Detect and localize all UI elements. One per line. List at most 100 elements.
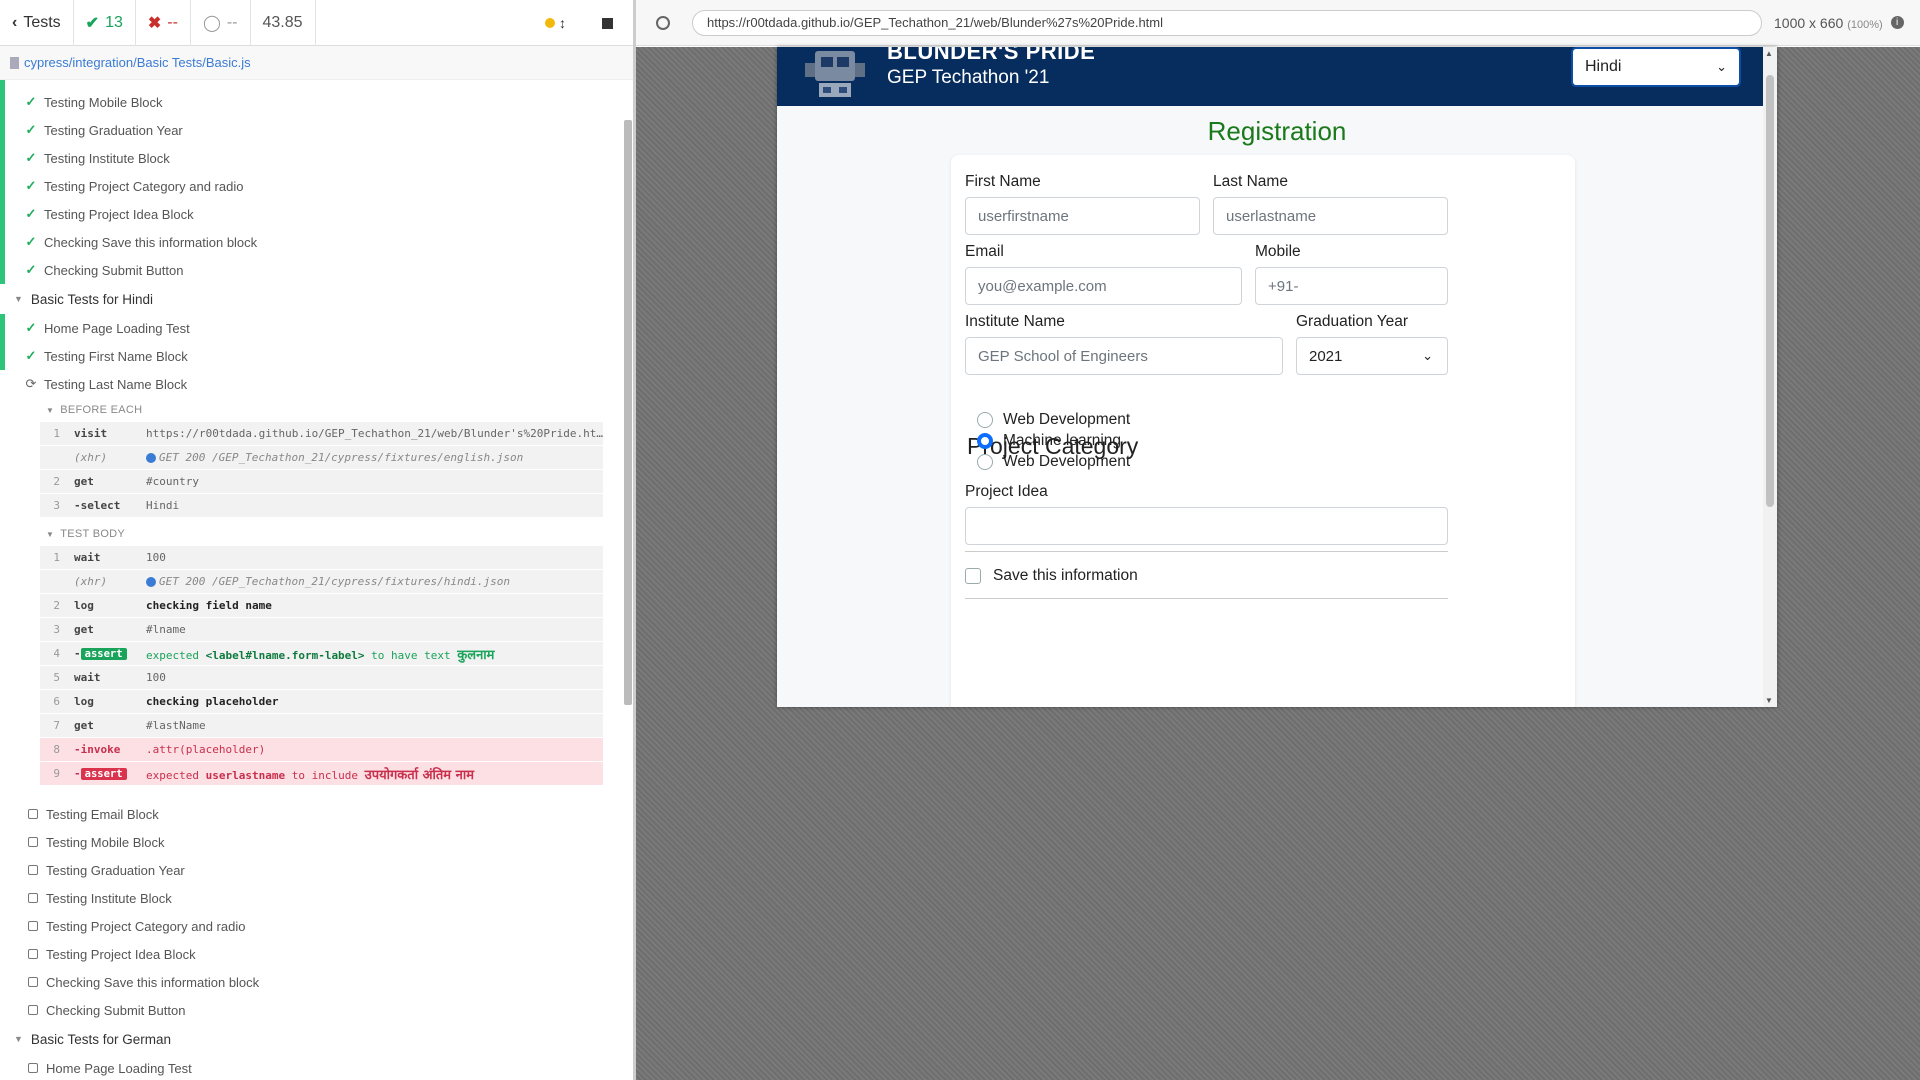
command-row[interactable]: (xhr) GET 200 /GEP_Techathon_21/cypress/f… xyxy=(40,570,603,594)
test-title: Testing Institute Block xyxy=(46,890,172,906)
running-indicator-icon xyxy=(545,18,555,28)
command-row[interactable]: 1 wait 100 xyxy=(40,546,603,570)
command-number: 4 xyxy=(53,647,60,660)
test-row-passed[interactable]: ✓ Testing First Name Block xyxy=(0,342,618,370)
cypress-runner: ‹ Tests ✔ 13 ✖ -- ◯ -- 43.85 ↕ cypress/i… xyxy=(0,0,1920,1080)
reporter-panel: ‹ Tests ✔ 13 ✖ -- ◯ -- 43.85 ↕ cypress/i… xyxy=(0,0,634,1080)
radio-option[interactable]: Web Development xyxy=(977,453,1130,471)
viewport-value: 1000 x 660 xyxy=(1774,14,1844,31)
stop-button[interactable] xyxy=(602,17,613,29)
info-icon[interactable]: i xyxy=(1890,16,1904,29)
test-title: Testing Institute Block xyxy=(44,150,170,166)
check-icon: ✓ xyxy=(25,234,37,249)
square-icon xyxy=(28,1063,38,1073)
xhr-dot-icon xyxy=(146,453,156,463)
test-row-passed[interactable]: ✓ Testing Graduation Year xyxy=(0,116,618,144)
graduation-year-select[interactable]: 2021 ⌄ xyxy=(1296,337,1448,375)
test-row-pending[interactable]: Testing Email Block xyxy=(0,800,618,828)
command-row[interactable]: 2 get #country xyxy=(40,470,603,494)
command-row[interactable]: 5 wait 100 xyxy=(40,666,603,690)
command-name: wait xyxy=(74,551,101,564)
test-body-header[interactable]: ▼ TEST BODY xyxy=(0,522,618,546)
check-icon: ✔ xyxy=(85,14,100,32)
reporter-stats-bar: ‹ Tests ✔ 13 ✖ -- ◯ -- 43.85 ↕ xyxy=(0,0,633,46)
page-title: Registration xyxy=(1207,116,1347,146)
command-row[interactable]: 3 get #lname xyxy=(40,618,603,642)
command-row[interactable]: 7 get #lastName xyxy=(40,714,603,738)
chevron-left-icon: ‹ xyxy=(12,13,18,31)
command-name: -select xyxy=(74,499,121,512)
test-row-pending[interactable]: Testing Project Idea Block xyxy=(0,940,618,968)
command-row[interactable]: 6 log checking placeholder xyxy=(40,690,603,714)
command-name: get xyxy=(74,623,94,636)
url-bar[interactable]: https://r00tdada.github.io/GEP_Techathon… xyxy=(692,9,1762,36)
command-row[interactable]: (xhr) GET 200 /GEP_Techathon_21/cypress/f… xyxy=(40,446,603,470)
command-name: visit xyxy=(74,427,108,440)
scroll-down-icon[interactable]: ▼ xyxy=(1765,696,1773,705)
duration-value: 43.85 xyxy=(262,13,303,31)
back-to-tests-button[interactable]: ‹ Tests xyxy=(0,0,74,46)
test-row-pending[interactable]: Checking Save this information block xyxy=(0,968,618,996)
scroll-up-icon[interactable]: ▲ xyxy=(1765,49,1773,58)
test-row-passed[interactable]: ✓ Home Page Loading Test xyxy=(0,314,618,342)
command-row[interactable]: 1 visit https://r00tdada.github.io/GEP_Tec… xyxy=(40,422,603,446)
test-row-running[interactable]: ⟳ Testing Last Name Block xyxy=(0,370,618,398)
suite-german[interactable]: ▼ Basic Tests for German xyxy=(0,1024,618,1054)
command-name: - assert xyxy=(68,647,146,660)
auto-scroll-toggle-icon[interactable]: ↕ xyxy=(559,15,566,31)
x-icon: ✖ xyxy=(147,14,162,32)
aut-scroll-thumb[interactable] xyxy=(1766,75,1774,507)
suite-hindi[interactable]: ▼ Basic Tests for Hindi xyxy=(0,284,618,314)
test-row-passed[interactable]: ✓ Testing Project Category and radio xyxy=(0,172,618,200)
command-row[interactable]: 3 -select Hindi xyxy=(40,494,603,518)
command-message: #country xyxy=(146,475,199,488)
test-row-passed[interactable]: ✓ Testing Institute Block xyxy=(0,144,618,172)
runner-controls: ↕ xyxy=(545,0,633,46)
command-message: .attr(placeholder) xyxy=(146,743,266,756)
email-input[interactable]: you@example.com xyxy=(965,267,1242,305)
test-row-partial xyxy=(0,80,618,88)
failed-count: ✖ -- xyxy=(136,0,191,46)
reporter-scrollbar[interactable] xyxy=(624,120,632,705)
test-row-pending[interactable]: Testing Project Category and radio xyxy=(0,912,618,940)
command-message: #lastName xyxy=(146,719,206,732)
assert-tag: assert xyxy=(80,768,127,780)
test-row-passed[interactable]: ✓ Checking Save this information block xyxy=(0,228,618,256)
command-row[interactable]: 2 log checking field name xyxy=(40,594,603,618)
test-title: Testing Project Idea Block xyxy=(46,946,196,962)
command-row[interactable]: 9 - assert expected userlastname to include… xyxy=(40,762,603,786)
test-row-passed[interactable]: ✓ Checking Submit Button xyxy=(0,256,618,284)
test-row-passed[interactable]: ✓ Testing Mobile Block xyxy=(0,88,618,116)
institute-input[interactable]: GEP School of Engineers xyxy=(965,337,1283,375)
command-row[interactable]: 8 -invoke .attr(placeholder) xyxy=(40,738,603,762)
test-row-pending[interactable]: Testing Graduation Year xyxy=(0,856,618,884)
test-row-pending[interactable]: Testing Institute Block xyxy=(0,884,618,912)
square-icon xyxy=(28,865,38,875)
before-each-header[interactable]: ▼ BEFORE EACH xyxy=(0,398,618,422)
msg-value: उपयोगकर्ता अंतिम नाम xyxy=(364,767,474,783)
test-row-pending[interactable]: Checking Submit Button xyxy=(0,996,618,1024)
msg-mid: to have text xyxy=(364,648,458,662)
mobile-input[interactable]: +91- xyxy=(1255,267,1448,305)
spec-path[interactable]: cypress/integration/Basic Tests/Basic.js xyxy=(0,46,633,80)
test-row-passed[interactable]: ✓ Testing Project Idea Block xyxy=(0,200,618,228)
spec-path-text: cypress/integration/Basic Tests/Basic.js xyxy=(24,55,251,70)
test-body-commands: 1 wait 100 (xhr) GET 200 /GEP_Techathon_21/c… xyxy=(40,546,603,786)
language-select[interactable]: Hindi ⌄ xyxy=(1571,47,1741,87)
project-idea-label: Project Idea xyxy=(965,483,1048,500)
save-info-checkbox[interactable]: Save this information xyxy=(965,567,1138,585)
command-name: wait xyxy=(74,671,101,684)
msg-value: कुलनाम xyxy=(457,647,495,663)
test-title: Checking Submit Button xyxy=(46,1002,186,1018)
last-name-input[interactable]: userlastname xyxy=(1213,197,1448,235)
radio-option[interactable]: Machine learning xyxy=(977,432,1121,450)
first-name-input[interactable]: userfirstname xyxy=(965,197,1200,235)
command-row[interactable]: 4 - assert expected <label#lname.form-label… xyxy=(40,642,603,666)
test-row-pending[interactable]: Testing Mobile Block xyxy=(0,828,618,856)
radio-option[interactable]: Web Development xyxy=(977,411,1130,429)
aut-scrollbar[interactable]: ▲ ▼ xyxy=(1763,47,1777,707)
selector-playground-icon[interactable] xyxy=(656,15,670,30)
test-row-pending[interactable]: Home Page Loading Test xyxy=(0,1054,618,1080)
viewport-size[interactable]: 1000 x 660 (100%) xyxy=(1774,15,1883,31)
project-idea-input[interactable] xyxy=(965,507,1448,545)
